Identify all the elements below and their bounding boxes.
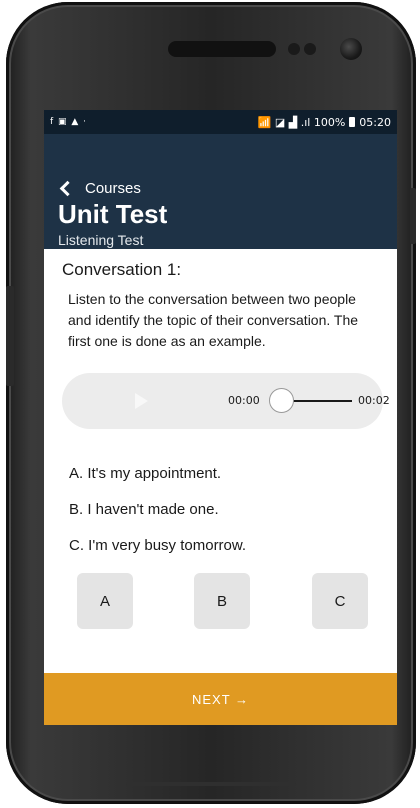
page-title: Unit Test <box>58 199 168 229</box>
audio-player: 00:00 00:02 <box>62 373 390 429</box>
app-screen: f ▣ ▲ · 📶 ◪ ▟ .ıl 100% 05:20 Courses Uni… <box>44 110 397 725</box>
front-camera <box>340 38 362 60</box>
answer-b-button[interactable]: B <box>194 573 250 629</box>
next-button[interactable]: NEXT → <box>44 673 397 725</box>
power-button <box>410 188 416 244</box>
status-time: 05:20 <box>359 115 391 129</box>
light-sensor <box>304 43 316 55</box>
battery-icon <box>349 117 356 127</box>
chevron-left-icon[interactable] <box>59 180 76 197</box>
audio-current-time: 00:00 <box>228 394 260 407</box>
volume-button <box>6 286 14 386</box>
status-bar: f ▣ ▲ · 📶 ◪ ▟ .ıl 100% 05:20 <box>44 110 397 134</box>
answer-options: A. It's my appointment. B. I haven't mad… <box>69 465 397 554</box>
audio-total-time: 00:02 <box>358 394 390 407</box>
answer-c-button[interactable]: C <box>312 573 368 629</box>
answer-buttons: A B C <box>44 573 397 629</box>
system-status: 📶 ◪ ▟ .ıl 100% 05:20 <box>258 116 391 129</box>
page-header: Courses Unit Test Listening Test <box>44 134 397 249</box>
phone-frame: f ▣ ▲ · 📶 ◪ ▟ .ıl 100% 05:20 Courses Uni… <box>6 2 416 804</box>
answer-a-button[interactable]: A <box>77 573 133 629</box>
instructions-text: Listen to the conversation between two p… <box>68 291 359 349</box>
option-c-text: C. I'm very busy tomorrow. <box>69 537 247 554</box>
option-a-text: A. It's my appointment. <box>69 465 222 482</box>
audio-progress-thumb[interactable] <box>269 388 294 413</box>
conversation-title: Conversation 1: <box>62 260 182 279</box>
bottom-bezel <box>126 782 296 786</box>
page-subtitle: Listening Test <box>58 232 144 248</box>
test-content: Conversation 1: Listen to the conversati… <box>44 260 397 629</box>
notification-icons: f ▣ ▲ · <box>50 117 88 127</box>
signal-icons: 📶 ◪ ▟ .ıl 100% <box>257 115 346 129</box>
back-label[interactable]: Courses <box>85 180 141 197</box>
proximity-sensor <box>288 43 300 55</box>
back-button[interactable]: Courses <box>58 180 397 197</box>
play-icon[interactable] <box>135 393 148 409</box>
option-b-text: B. I haven't made one. <box>69 501 219 518</box>
earpiece-speaker <box>168 41 276 57</box>
